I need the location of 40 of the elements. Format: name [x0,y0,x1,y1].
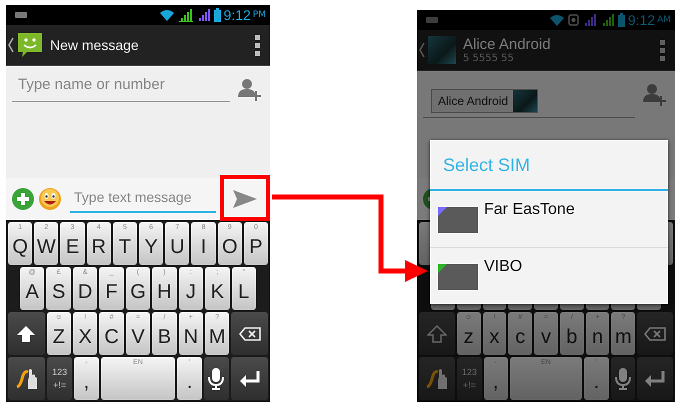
menu-icon[interactable] [255,34,260,56]
back-icon[interactable] [8,37,14,53]
sim-option[interactable]: VIBO [430,248,668,304]
message-app-icon [17,32,43,58]
photo-placeholder [428,36,456,64]
gesture-typing-icon[interactable] [16,367,38,390]
status-time: 9:12 [628,12,656,28]
message-field[interactable]: Type text message [70,185,216,213]
signal-icon [178,8,193,22]
microphone-icon[interactable] [208,368,224,390]
add-contact-icon[interactable] [643,83,667,107]
keyboard-icon [425,15,439,25]
time-period: PM [252,10,266,20]
battery-icon [214,8,221,22]
dialog-title: Select SIM [430,140,668,191]
add-contact-icon[interactable] [238,78,262,102]
app-title: Alice Android [463,36,552,53]
wifi-icon [548,14,565,26]
add-icon[interactable] [12,188,34,210]
sim-card-icon [568,13,579,27]
shift-key[interactable] [16,324,36,342]
keyboard-icon [14,10,28,20]
photo-placeholder [513,90,538,112]
send-icon[interactable] [232,189,258,209]
symbols-key[interactable]: 123 +!= [47,357,72,400]
wifi-icon [158,9,175,21]
sim-card-icon [438,207,478,233]
sim-card-icon [438,264,478,290]
backspace-icon[interactable] [238,326,261,340]
time-period: AM [657,15,671,25]
app-title: New message [50,37,140,53]
battery-icon [618,13,625,27]
smiley-icon[interactable] [38,187,62,211]
recipient-field[interactable]: Alice Android [423,79,635,118]
sim-option[interactable]: Far EasTone [430,191,668,248]
chip-label: Alice Android [438,94,508,108]
enter-icon[interactable] [238,370,260,388]
phone-number: 5 5555 55 [463,53,515,64]
status-time: 9:12 [224,7,251,23]
recipient-chip[interactable]: Alice Android [431,89,538,113]
